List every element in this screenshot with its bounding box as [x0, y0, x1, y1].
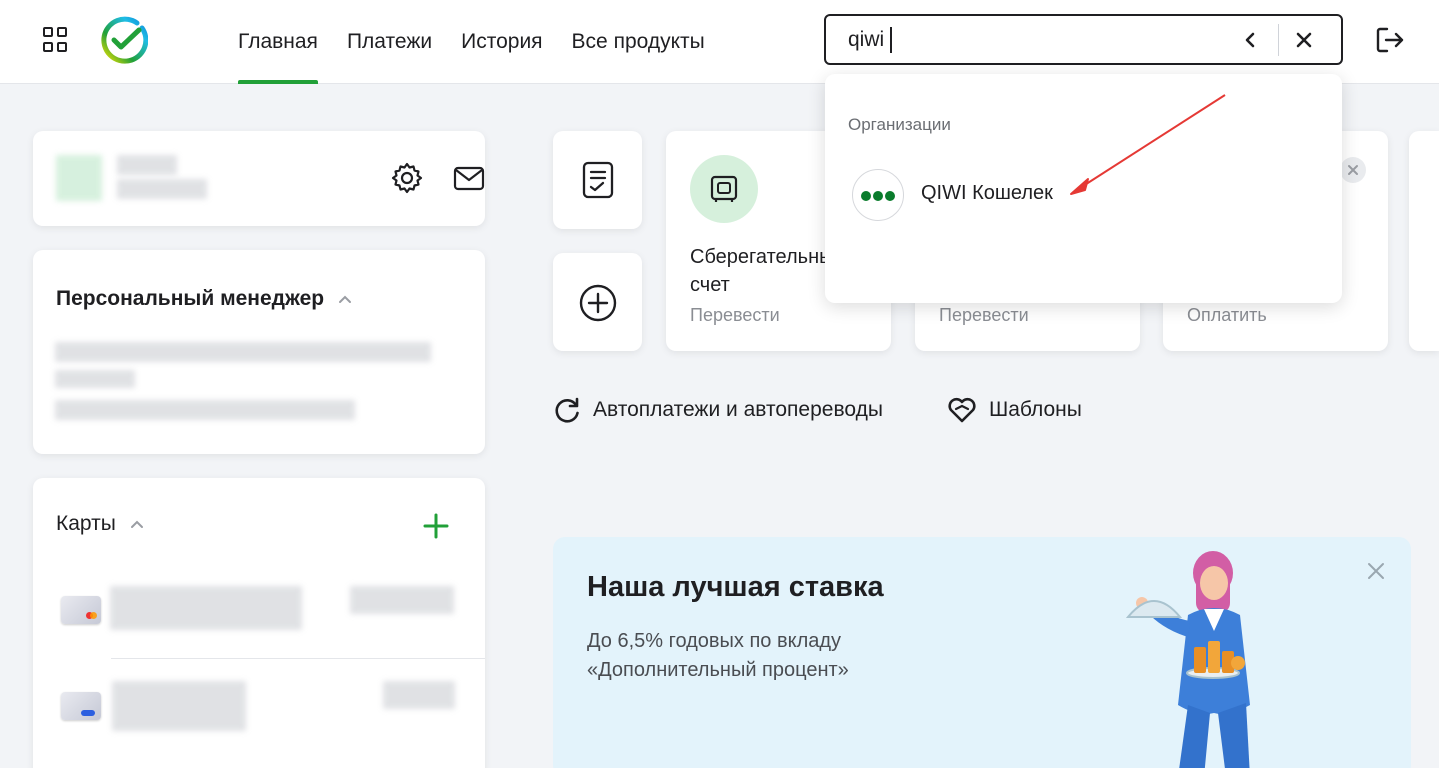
add-tile[interactable] — [553, 253, 642, 351]
close-icon[interactable] — [1340, 157, 1366, 183]
nav-payments[interactable]: Платежи — [347, 0, 432, 84]
promo-title: Наша лучшая ставка — [587, 571, 884, 603]
text-caret — [890, 27, 892, 53]
bank-card-mir[interactable] — [61, 692, 101, 720]
redacted-card-balance — [383, 681, 455, 709]
autopay-link[interactable]: Автоплатежи и автопереводы — [553, 396, 883, 424]
autopay-label: Автоплатежи и автопереводы — [593, 398, 883, 421]
qiwi-logo-icon — [852, 169, 904, 221]
redacted-card-name — [110, 586, 302, 630]
close-icon[interactable] — [1292, 28, 1316, 52]
suggestion-label: QIWI Кошелек — [921, 182, 1053, 204]
redacted-card-balance — [350, 586, 454, 614]
promo-banner[interactable]: Наша лучшая ставка До 6,5% годовых по вк… — [553, 537, 1411, 768]
templates-link[interactable]: Шаблоны — [947, 396, 1082, 424]
tile-subtitle: Перевести — [939, 305, 1029, 325]
bank-card-mastercard[interactable] — [61, 596, 101, 624]
manager-title-label: Персональный менеджер — [56, 287, 325, 310]
chevron-up-icon[interactable] — [338, 294, 352, 304]
close-icon[interactable] — [1366, 561, 1386, 581]
chevron-up-icon[interactable] — [130, 519, 144, 529]
nav-history[interactable]: История — [461, 0, 542, 84]
search-suggestions-dropdown: Организации QIWI Кошелек — [825, 74, 1342, 303]
mail-icon[interactable] — [452, 165, 486, 193]
redacted-name — [117, 155, 177, 175]
manager-title[interactable]: Персональный менеджер — [56, 287, 352, 311]
safe-icon-bg — [690, 155, 758, 223]
avatar — [56, 155, 102, 201]
apps-grid-icon[interactable] — [43, 27, 68, 52]
refresh-icon — [555, 397, 579, 423]
promo-line-2: «Дополнительный процент» — [587, 659, 849, 681]
card-divider — [111, 658, 485, 659]
plus-circle-icon — [579, 284, 617, 322]
templates-label: Шаблоны — [989, 398, 1082, 421]
partial-tile[interactable] — [1409, 131, 1439, 351]
gear-icon[interactable] — [390, 161, 424, 195]
heart-icon — [948, 397, 976, 423]
redacted-card-name — [112, 681, 246, 731]
redacted-name — [117, 179, 207, 199]
promo-line-1: До 6,5% годовых по вкладу — [587, 630, 842, 652]
redacted-manager-phone — [55, 400, 355, 420]
nav-all-products[interactable]: Все продукты — [572, 0, 705, 84]
section-organizations: Организации — [848, 115, 951, 134]
documents-tile[interactable] — [553, 131, 642, 229]
search-box[interactable] — [824, 14, 1343, 65]
profile-card[interactable] — [33, 131, 485, 226]
safe-icon — [710, 175, 738, 202]
promo-illustration — [1125, 551, 1250, 768]
search-divider — [1278, 24, 1279, 56]
redacted-manager-line — [55, 370, 135, 388]
tile-subtitle: Перевести — [690, 305, 780, 325]
cards-title[interactable]: Карты — [56, 512, 144, 536]
nav-home[interactable]: Главная — [238, 0, 318, 84]
main-nav: Главная Платежи История Все продукты — [238, 0, 734, 84]
sber-logo[interactable] — [99, 16, 148, 65]
document-check-icon — [582, 161, 614, 199]
redacted-manager-name — [55, 342, 431, 362]
chevron-left-icon[interactable] — [1238, 26, 1262, 54]
personal-manager-card: Персональный менеджер — [33, 250, 485, 454]
top-header: Главная Платежи История Все продукты — [0, 0, 1439, 84]
logout-icon[interactable] — [1375, 26, 1405, 54]
suggestion-qiwi-wallet[interactable]: QIWI Кошелек — [852, 169, 1322, 221]
cards-title-label: Карты — [56, 512, 116, 535]
search-input[interactable] — [848, 26, 1208, 54]
tile-subtitle: Оплатить — [1187, 305, 1267, 325]
add-card-icon[interactable] — [423, 513, 449, 539]
